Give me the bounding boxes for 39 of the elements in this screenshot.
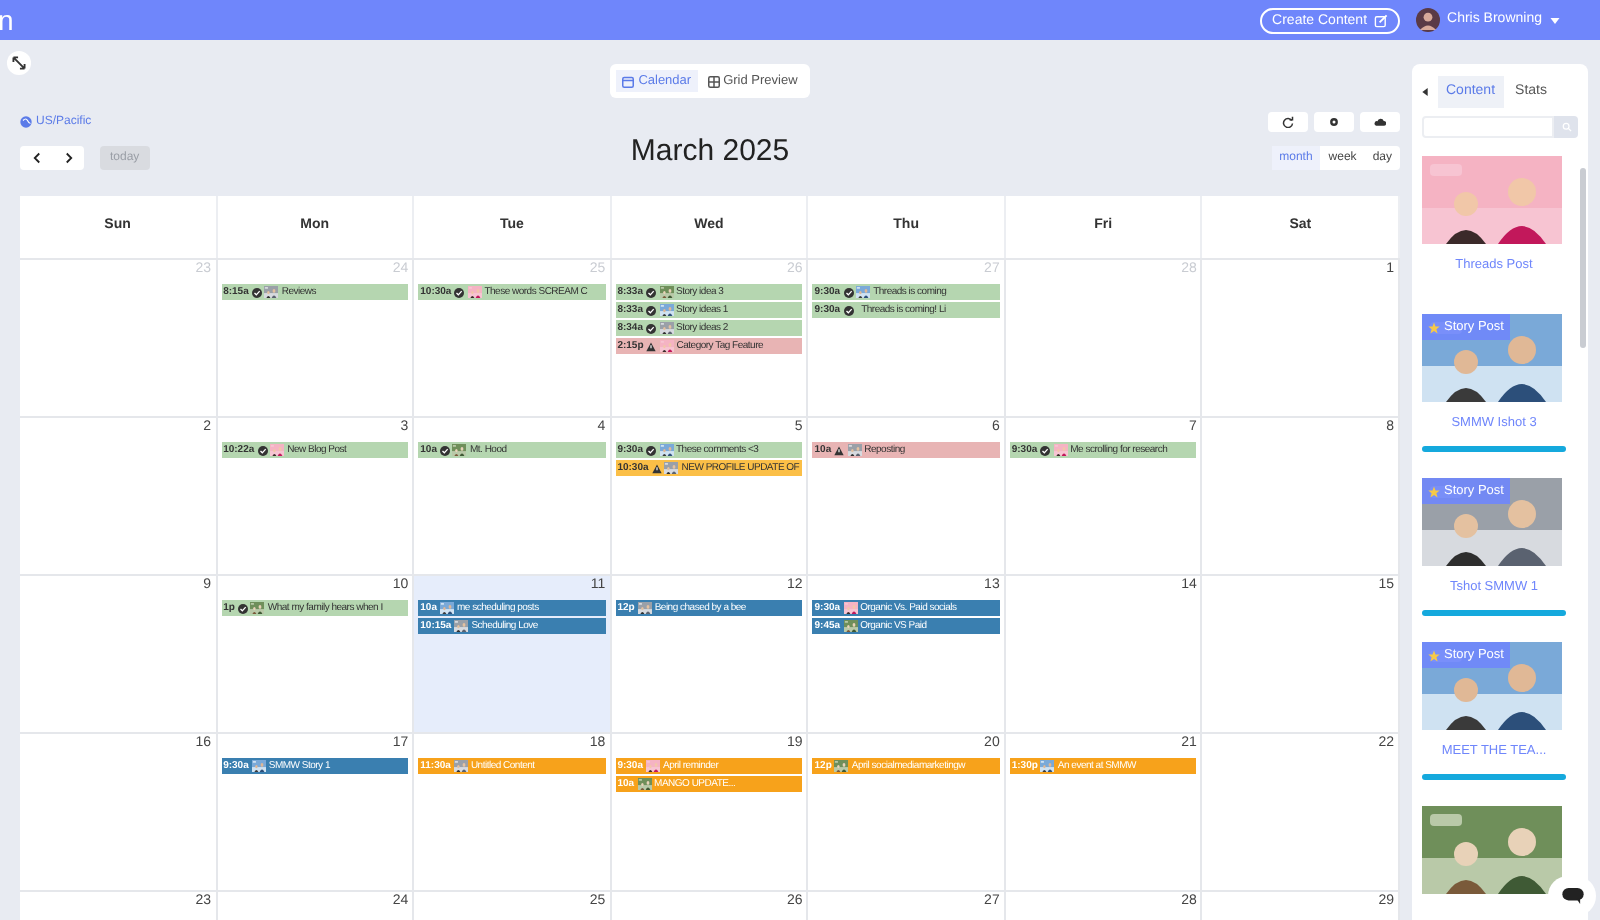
settings-button[interactable] <box>1314 112 1354 132</box>
check-circle-icon <box>237 603 248 613</box>
check-circle-icon <box>257 445 268 455</box>
refresh-icon <box>1282 116 1294 128</box>
chevron-left-icon <box>31 152 41 164</box>
chevron-right-icon <box>63 152 73 164</box>
check-circle-icon <box>1040 445 1051 455</box>
grid-icon <box>707 75 720 87</box>
calendar-icon <box>622 75 635 87</box>
globe-icon <box>20 116 32 128</box>
cloud-button[interactable] <box>1360 112 1400 132</box>
avatar-icon <box>1415 8 1440 32</box>
check-circle-icon <box>646 445 656 455</box>
warning-icon <box>651 463 662 473</box>
search-field[interactable] <box>1422 116 1554 138</box>
cloud-icon <box>1374 116 1386 128</box>
caret-icon <box>1550 17 1560 23</box>
star-icon <box>1428 485 1440 497</box>
check-circle-icon <box>843 287 854 297</box>
collapse-icon[interactable] <box>1422 88 1428 96</box>
brand-text: n <box>0 6 14 34</box>
warning-icon <box>646 341 657 351</box>
edit-icon <box>1373 13 1388 27</box>
expand-button[interactable] <box>6 50 32 76</box>
month-title: March 2025 <box>630 131 790 172</box>
search-icon <box>1561 122 1571 132</box>
chat-icon <box>1561 888 1583 904</box>
scrollbar-thumb[interactable] <box>1580 168 1586 348</box>
check-circle-icon <box>251 287 262 297</box>
check-circle-icon <box>646 323 656 333</box>
check-circle-icon <box>843 305 854 315</box>
check-circle-icon <box>646 287 656 297</box>
warning-icon <box>834 445 845 455</box>
star-icon <box>1428 321 1440 333</box>
check-circle-icon <box>454 287 465 297</box>
star-icon <box>1428 649 1440 661</box>
check-circle-icon <box>439 445 450 455</box>
check-circle-icon <box>646 305 656 315</box>
refresh-button[interactable] <box>1268 112 1308 132</box>
